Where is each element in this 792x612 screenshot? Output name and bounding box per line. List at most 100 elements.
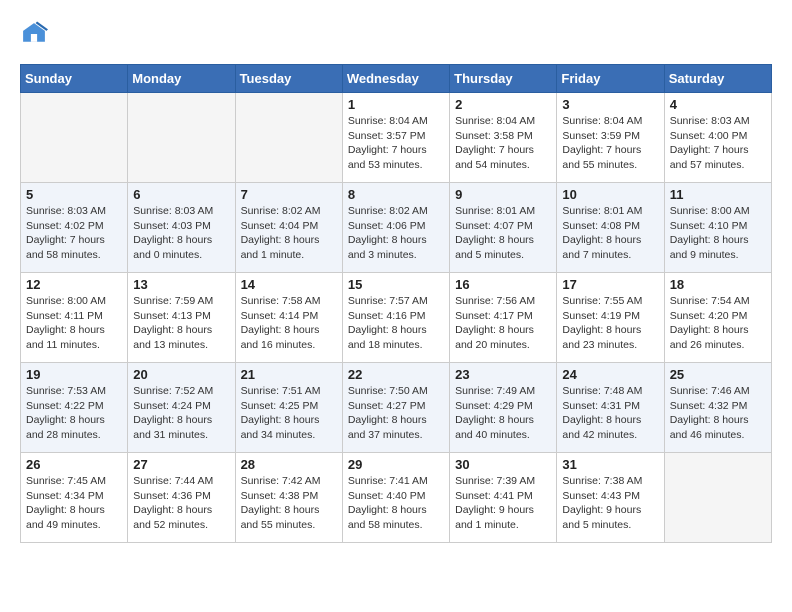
day-number: 21 <box>241 367 337 382</box>
day-number: 13 <box>133 277 229 292</box>
calendar-cell: 16 Sunrise: 7:56 AM Sunset: 4:17 PM Dayli… <box>450 273 557 363</box>
day-number: 2 <box>455 97 551 112</box>
day-info: Sunrise: 8:01 AM Sunset: 4:07 PM Dayligh… <box>455 204 551 263</box>
day-info: Sunrise: 7:49 AM Sunset: 4:29 PM Dayligh… <box>455 384 551 443</box>
day-info: Sunrise: 7:56 AM Sunset: 4:17 PM Dayligh… <box>455 294 551 353</box>
calendar-cell: 29Sunrise: 7:41 AM Sunset: 4:40 PM Dayli… <box>342 453 449 543</box>
day-info: Sunrise: 8:03 AM Sunset: 4:03 PM Dayligh… <box>133 204 229 263</box>
day-number: 8 <box>348 187 444 202</box>
day-info: Sunrise: 7:55 AM Sunset: 4:19 PM Dayligh… <box>562 294 658 353</box>
day-info: Sunrise: 7:44 AM Sunset: 4:36 PM Dayligh… <box>133 474 229 533</box>
day-number: 19 <box>26 367 122 382</box>
day-number: 17 <box>562 277 658 292</box>
day-number: 18 <box>670 277 766 292</box>
day-number: 16 <box>455 277 551 292</box>
day-info: Sunrise: 7:51 AM Sunset: 4:25 PM Dayligh… <box>241 384 337 443</box>
day-info: Sunrise: 8:00 AM Sunset: 4:10 PM Dayligh… <box>670 204 766 263</box>
day-number: 3 <box>562 97 658 112</box>
day-info: Sunrise: 8:02 AM Sunset: 4:06 PM Dayligh… <box>348 204 444 263</box>
calendar-cell: 18 Sunrise: 7:54 AM Sunset: 4:20 PM Dayli… <box>664 273 771 363</box>
day-info: Sunrise: 7:45 AM Sunset: 4:34 PM Dayligh… <box>26 474 122 533</box>
day-number: 1 <box>348 97 444 112</box>
day-number: 9 <box>455 187 551 202</box>
day-info: Sunrise: 8:04 AM Sunset: 3:57 PM Dayligh… <box>348 114 444 173</box>
calendar-cell: 20 Sunrise: 7:52 AM Sunset: 4:24 PM Dayli… <box>128 363 235 453</box>
calendar-cell: 8 Sunrise: 8:02 AM Sunset: 4:06 PM Daylig… <box>342 183 449 273</box>
day-number: 25 <box>670 367 766 382</box>
calendar-week-row: 12 Sunrise: 8:00 AM Sunset: 4:11 PM Dayli… <box>21 273 772 363</box>
calendar-cell: 28 Sunrise: 7:42 AM Sunset: 4:38 PM Dayli… <box>235 453 342 543</box>
calendar-cell: 3 Sunrise: 8:04 AM Sunset: 3:59 PM Daylig… <box>557 93 664 183</box>
calendar-cell: 19 Sunrise: 7:53 AM Sunset: 4:22 PM Dayli… <box>21 363 128 453</box>
day-number: 12 <box>26 277 122 292</box>
calendar-cell: 4 Sunrise: 8:03 AM Sunset: 4:00 PM Daylig… <box>664 93 771 183</box>
day-number: 7 <box>241 187 337 202</box>
calendar-cell: 27 Sunrise: 7:44 AM Sunset: 4:36 PM Dayli… <box>128 453 235 543</box>
calendar-cell: 31Sunrise: 7:38 AM Sunset: 4:43 PM Dayli… <box>557 453 664 543</box>
weekday-header-sunday: Sunday <box>21 65 128 93</box>
day-info: Sunrise: 8:03 AM Sunset: 4:00 PM Dayligh… <box>670 114 766 173</box>
calendar-cell: 15 Sunrise: 7:57 AM Sunset: 4:16 PM Dayli… <box>342 273 449 363</box>
calendar-cell: 1 Sunrise: 8:04 AM Sunset: 3:57 PM Daylig… <box>342 93 449 183</box>
weekday-header-thursday: Thursday <box>450 65 557 93</box>
day-number: 14 <box>241 277 337 292</box>
day-info: Sunrise: 8:04 AM Sunset: 3:59 PM Dayligh… <box>562 114 658 173</box>
day-info: Sunrise: 7:46 AM Sunset: 4:32 PM Dayligh… <box>670 384 766 443</box>
calendar-cell: 21 Sunrise: 7:51 AM Sunset: 4:25 PM Dayli… <box>235 363 342 453</box>
day-info: Sunrise: 7:52 AM Sunset: 4:24 PM Dayligh… <box>133 384 229 443</box>
logo-icon <box>20 20 48 48</box>
calendar-cell: 30 Sunrise: 7:39 AM Sunset: 4:41 PM Dayli… <box>450 453 557 543</box>
calendar-cell: 24 Sunrise: 7:48 AM Sunset: 4:31 PM Dayli… <box>557 363 664 453</box>
day-number: 30 <box>455 457 551 472</box>
day-number: 15 <box>348 277 444 292</box>
day-info: Sunrise: 7:57 AM Sunset: 4:16 PM Dayligh… <box>348 294 444 353</box>
day-info: Sunrise: 8:02 AM Sunset: 4:04 PM Dayligh… <box>241 204 337 263</box>
calendar-cell <box>664 453 771 543</box>
day-info: Sunrise: 7:53 AM Sunset: 4:22 PM Dayligh… <box>26 384 122 443</box>
calendar-week-row: 5 Sunrise: 8:03 AM Sunset: 4:02 PM Daylig… <box>21 183 772 273</box>
weekday-header-saturday: Saturday <box>664 65 771 93</box>
calendar-cell: 23 Sunrise: 7:49 AM Sunset: 4:29 PM Dayli… <box>450 363 557 453</box>
day-info: Sunrise: 7:39 AM Sunset: 4:41 PM Dayligh… <box>455 474 551 533</box>
weekday-header-row: SundayMondayTuesdayWednesdayThursdayFrid… <box>21 65 772 93</box>
calendar-cell <box>21 93 128 183</box>
weekday-header-tuesday: Tuesday <box>235 65 342 93</box>
calendar-week-row: 19 Sunrise: 7:53 AM Sunset: 4:22 PM Dayli… <box>21 363 772 453</box>
weekday-header-monday: Monday <box>128 65 235 93</box>
calendar-cell: 5 Sunrise: 8:03 AM Sunset: 4:02 PM Daylig… <box>21 183 128 273</box>
calendar-cell: 26 Sunrise: 7:45 AM Sunset: 4:34 PM Dayli… <box>21 453 128 543</box>
day-number: 23 <box>455 367 551 382</box>
day-info: Sunrise: 8:04 AM Sunset: 3:58 PM Dayligh… <box>455 114 551 173</box>
day-number: 22 <box>348 367 444 382</box>
calendar-cell: 25 Sunrise: 7:46 AM Sunset: 4:32 PM Dayli… <box>664 363 771 453</box>
day-number: 27 <box>133 457 229 472</box>
day-number: 26 <box>26 457 122 472</box>
day-number: 4 <box>670 97 766 112</box>
day-info: Sunrise: 7:41 AM Sunset: 4:40 PM Dayligh… <box>348 474 444 533</box>
calendar-week-row: 1 Sunrise: 8:04 AM Sunset: 3:57 PM Daylig… <box>21 93 772 183</box>
day-info: Sunrise: 7:59 AM Sunset: 4:13 PM Dayligh… <box>133 294 229 353</box>
day-number: 5 <box>26 187 122 202</box>
day-info: Sunrise: 7:42 AM Sunset: 4:38 PM Dayligh… <box>241 474 337 533</box>
day-number: 24 <box>562 367 658 382</box>
calendar-cell: 9 Sunrise: 8:01 AM Sunset: 4:07 PM Daylig… <box>450 183 557 273</box>
calendar-cell: 6 Sunrise: 8:03 AM Sunset: 4:03 PM Daylig… <box>128 183 235 273</box>
calendar-cell: 7 Sunrise: 8:02 AM Sunset: 4:04 PM Daylig… <box>235 183 342 273</box>
calendar-cell: 10Sunrise: 8:01 AM Sunset: 4:08 PM Dayli… <box>557 183 664 273</box>
day-number: 6 <box>133 187 229 202</box>
calendar-cell: 17 Sunrise: 7:55 AM Sunset: 4:19 PM Dayli… <box>557 273 664 363</box>
day-info: Sunrise: 7:50 AM Sunset: 4:27 PM Dayligh… <box>348 384 444 443</box>
calendar-cell: 22 Sunrise: 7:50 AM Sunset: 4:27 PM Dayli… <box>342 363 449 453</box>
calendar-cell: 12 Sunrise: 8:00 AM Sunset: 4:11 PM Dayli… <box>21 273 128 363</box>
calendar-cell <box>128 93 235 183</box>
day-number: 28 <box>241 457 337 472</box>
day-number: 11 <box>670 187 766 202</box>
calendar-table: SundayMondayTuesdayWednesdayThursdayFrid… <box>20 64 772 543</box>
day-info: Sunrise: 8:00 AM Sunset: 4:11 PM Dayligh… <box>26 294 122 353</box>
day-info: Sunrise: 8:03 AM Sunset: 4:02 PM Dayligh… <box>26 204 122 263</box>
day-info: Sunrise: 7:54 AM Sunset: 4:20 PM Dayligh… <box>670 294 766 353</box>
day-number: 20 <box>133 367 229 382</box>
day-number: 31 <box>562 457 658 472</box>
day-info: Sunrise: 8:01 AM Sunset: 4:08 PM Dayligh… <box>562 204 658 263</box>
day-info: Sunrise: 7:48 AM Sunset: 4:31 PM Dayligh… <box>562 384 658 443</box>
